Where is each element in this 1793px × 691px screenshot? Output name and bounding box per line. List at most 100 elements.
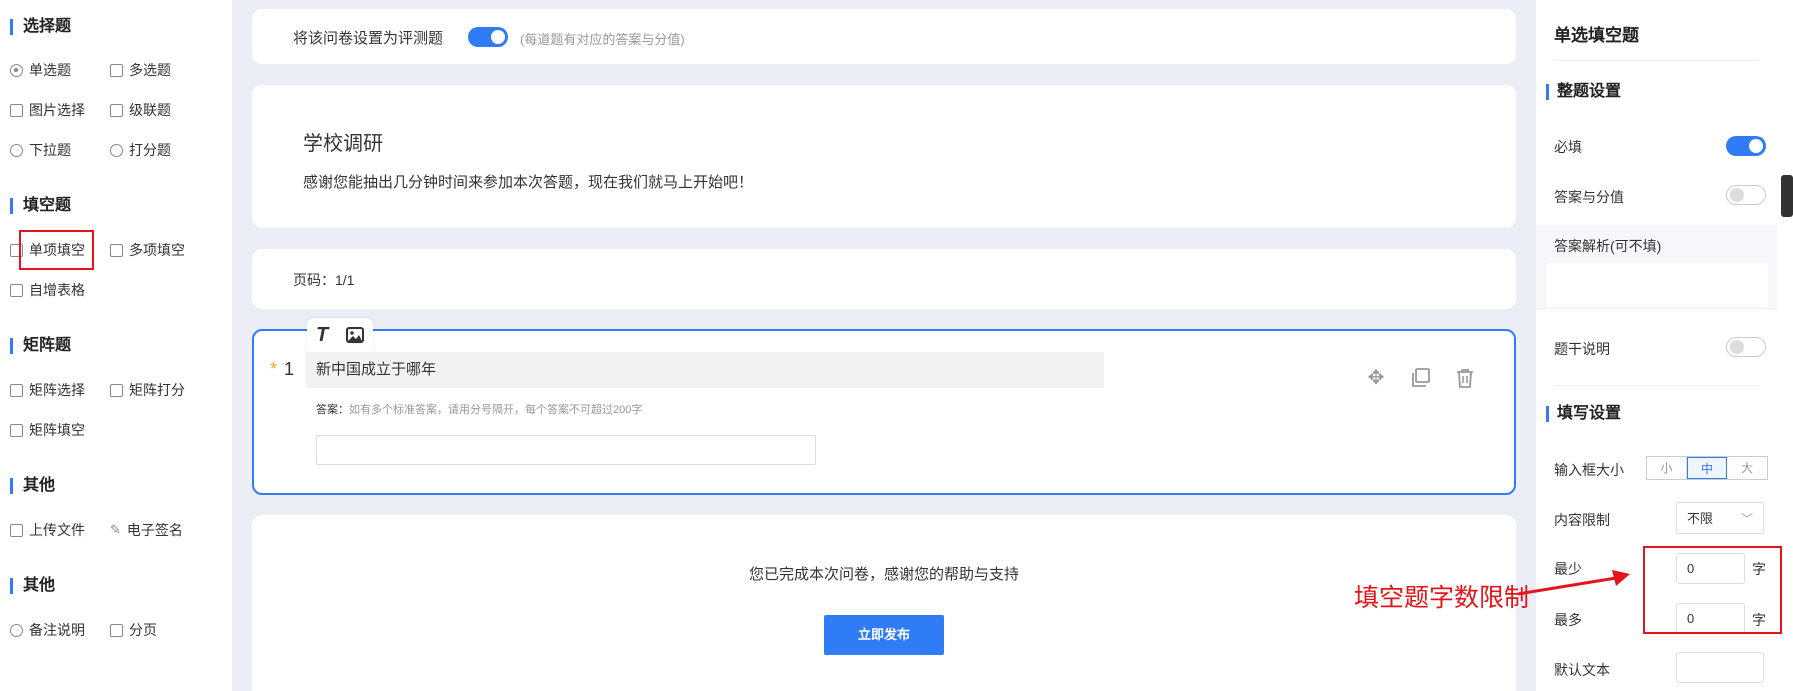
content-limit-value: 不限 (1687, 511, 1714, 526)
survey-canvas: 将该问卷设置为评测题 (每道题有对应的答案与分值) 学校调研 感谢您能抽出几分钟… (252, 0, 1516, 691)
eval-setting-card: 将该问卷设置为评测题 (每道题有对应的答案与分值) (252, 9, 1516, 64)
palette-remark[interactable]: 备注说明 (10, 620, 85, 640)
palette-matrix-choice[interactable]: 矩阵选择 (10, 380, 85, 400)
answer-hint-row: 答案：如有多个标准答案，请用分号隔开，每个答案不可超过200字 (316, 401, 642, 417)
palette-label: 下拉题 (29, 142, 71, 158)
answer-score-toggle[interactable] (1726, 185, 1766, 205)
input-size-label: 输入框大小 (1554, 462, 1624, 478)
annotation-text: 填空题字数限制 (1354, 583, 1530, 612)
palette-label: 分页 (129, 622, 157, 638)
palette-label: 矩阵打分 (129, 382, 185, 398)
palette-image-choice[interactable]: 图片选择 (10, 100, 85, 120)
input-size-selector: 小 中 大 (1646, 456, 1768, 480)
palette-single-choice[interactable]: 单选题 (10, 60, 71, 80)
grid-icon (110, 383, 123, 397)
delete-icon[interactable] (1454, 367, 1476, 389)
palette-cascade[interactable]: 级联题 (110, 100, 171, 120)
survey-header-card: 学校调研 感谢您能抽出几分钟时间来参加本次答题，现在我们就马上开始吧！ (252, 85, 1516, 228)
stem-desc-label: 题干说明 (1554, 341, 1610, 357)
answer-analysis-label: 答案解析(可不填) (1554, 238, 1662, 254)
palette-label: 矩阵选择 (29, 382, 85, 398)
eval-toggle-hint: (每道题有对应的答案与分值) (520, 32, 685, 47)
palette-matrix-fill[interactable]: 矩阵填空 (10, 420, 85, 440)
section-fill-title: 填空题 (10, 198, 71, 214)
finish-card: 您已完成本次问卷，感谢您的帮助与支持 立即发布 (252, 515, 1516, 691)
dropdown-icon (10, 143, 23, 157)
required-mark: * (270, 359, 278, 379)
palette-label: 自增表格 (29, 282, 85, 298)
checkbox-icon (110, 63, 123, 77)
palette-label: 上传文件 (29, 522, 85, 538)
divider (1554, 60, 1759, 61)
publish-button[interactable]: 立即发布 (824, 615, 944, 655)
image-icon (10, 103, 23, 117)
default-text-input[interactable] (1676, 652, 1764, 683)
insert-image-icon[interactable] (346, 327, 365, 343)
eval-toggle[interactable] (468, 27, 508, 47)
answer-hint: 如有多个标准答案，请用分号隔开，每个答案不可超过200字 (349, 404, 643, 416)
finish-text: 您已完成本次问卷，感谢您的帮助与支持 (748, 566, 1019, 583)
upload-icon (10, 523, 23, 537)
palette-e-signature[interactable]: ✎ 电子签名 (110, 520, 183, 540)
palette-auto-table[interactable]: 自增表格 (10, 280, 85, 300)
size-medium-option[interactable]: 中 (1687, 457, 1727, 479)
answer-label: 答案： (316, 404, 349, 416)
table-icon (10, 283, 23, 297)
palette-multi-choice[interactable]: 多选题 (110, 60, 171, 80)
required-label: 必填 (1554, 139, 1582, 155)
question-title-input[interactable]: 新中国成立于哪年 (306, 352, 1104, 388)
eval-toggle-label: 将该问卷设置为评测题 (293, 30, 444, 47)
content-limit-select[interactable]: 不限 ﹀ (1676, 502, 1764, 534)
palette-label: 多选题 (129, 62, 171, 78)
scrollbar-thumb[interactable] (1781, 175, 1793, 217)
default-text-label: 默认文本 (1554, 662, 1610, 678)
max-label: 最多 (1554, 612, 1582, 628)
grid-icon (10, 383, 23, 397)
answer-analysis-input[interactable] (1546, 263, 1768, 307)
palette-label: 单选题 (29, 62, 71, 78)
annotation-highlight-box (1643, 546, 1782, 634)
section-other-title: 其他 (10, 478, 55, 494)
stem-desc-toggle[interactable] (1726, 337, 1766, 357)
info-icon (10, 623, 23, 637)
section-choice-title: 选择题 (10, 19, 71, 35)
palette-label: 多项填空 (129, 242, 185, 258)
question-palette: 选择题 单选题 多选题 图片选择 级联题 下拉题 打分题 填空题 单项填空 多项… (0, 0, 232, 691)
palette-label: 电子签名 (126, 522, 183, 538)
annotation-arrow-icon (1517, 570, 1630, 596)
question-card[interactable]: T * 1 新中国成立于哪年 答案：如有多个标准答案，请用分号隔开，每个答案不可… (252, 318, 1516, 495)
palette-upload-file[interactable]: 上传文件 (10, 520, 85, 540)
divider (1554, 385, 1759, 386)
multi-fill-icon (110, 243, 123, 257)
palette-label: 备注说明 (29, 622, 85, 638)
highlight-single-fill (19, 230, 94, 270)
palette-matrix-rating[interactable]: 矩阵打分 (110, 380, 185, 400)
chevron-down-icon: ﹀ (1740, 512, 1753, 526)
size-large-option[interactable]: 大 (1727, 457, 1767, 479)
page-indicator-card: 页码：1/1 (252, 249, 1516, 309)
section-whole-title: 整题设置 (1546, 84, 1621, 100)
palette-dropdown[interactable]: 下拉题 (10, 140, 71, 160)
move-icon[interactable]: ✥ (1365, 367, 1387, 389)
palette-rating[interactable]: 打分题 (110, 140, 171, 160)
survey-description[interactable]: 感谢您能抽出几分钟时间来参加本次答题，现在我们就马上开始吧！ (303, 171, 753, 192)
copy-icon[interactable] (1410, 367, 1432, 389)
required-toggle[interactable] (1726, 136, 1766, 156)
survey-title[interactable]: 学校调研 (303, 127, 383, 156)
smile-icon (110, 143, 123, 157)
palette-multi-fill[interactable]: 多项填空 (110, 240, 185, 260)
size-small-option[interactable]: 小 (1647, 457, 1687, 479)
radio-icon (10, 63, 23, 77)
answer-score-label: 答案与分值 (1554, 189, 1624, 205)
text-format-icon[interactable]: T (316, 324, 328, 347)
palette-pagination[interactable]: 分页 (110, 620, 157, 640)
answer-analysis-box: 答案解析(可不填) (1536, 225, 1777, 310)
question-toolbar: T (307, 318, 373, 352)
section-matrix-title: 矩阵题 (10, 338, 71, 354)
grid-fill-icon (10, 423, 23, 437)
palette-label: 打分题 (129, 142, 171, 158)
question-number: 1 (284, 359, 295, 379)
answer-input[interactable] (316, 435, 816, 465)
section-other2-title: 其他 (10, 578, 55, 594)
palette-label: 图片选择 (29, 102, 85, 118)
